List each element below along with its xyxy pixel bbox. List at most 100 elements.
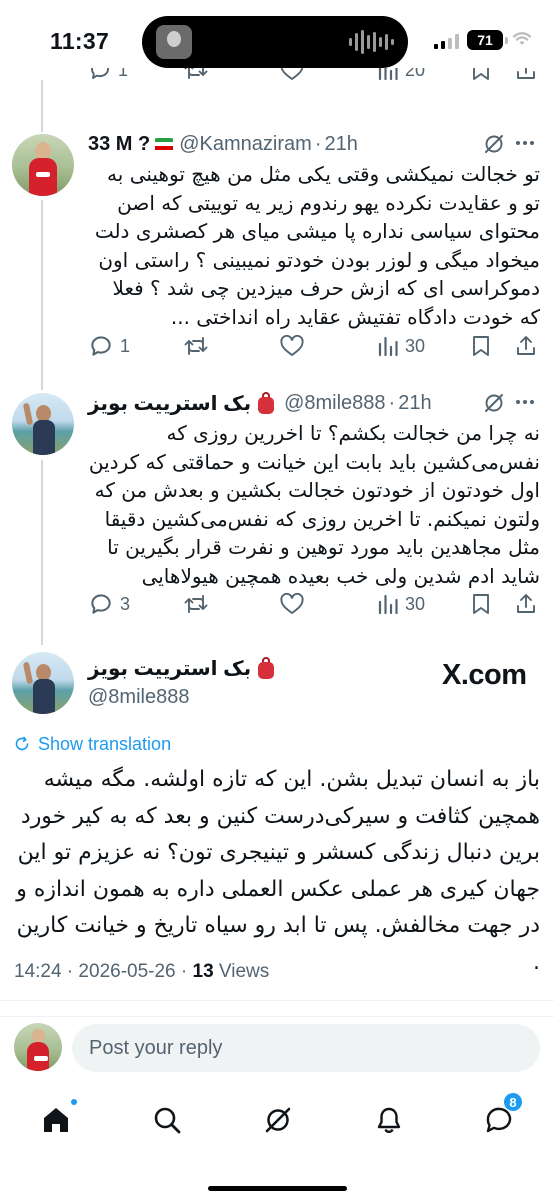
share-button[interactable] <box>514 590 538 618</box>
grok-icon <box>265 1107 291 1133</box>
search-icon <box>154 1107 181 1134</box>
reply-bar: Post your reply <box>0 1016 554 1082</box>
grok-icon[interactable] <box>482 132 506 156</box>
views-icon <box>378 336 398 357</box>
nav-search[interactable] <box>147 1100 187 1140</box>
cellular-signal-icon <box>434 34 459 49</box>
reply-count: 3 <box>120 593 131 614</box>
views-icon <box>378 594 398 615</box>
like-icon <box>280 68 304 80</box>
share-icon <box>517 68 535 79</box>
status-time: 11:37 <box>50 28 110 54</box>
display-name[interactable]: 33 M ? <box>88 133 150 156</box>
bottom-navigation: 8 <box>0 1082 554 1200</box>
share-icon <box>517 594 535 613</box>
bookmark-icon <box>473 594 489 614</box>
grok-icon[interactable] <box>482 391 506 415</box>
show-translation-button[interactable]: Show translation <box>14 733 171 755</box>
bookmark-icon <box>473 68 489 80</box>
reply-icon <box>91 594 111 614</box>
reply-button[interactable]: 3 <box>88 590 130 618</box>
bookmark-button[interactable] <box>470 332 492 360</box>
tweet-actions: 1 30 <box>88 332 542 360</box>
like-button[interactable] <box>279 332 305 360</box>
handle[interactable]: @8mile888 <box>88 686 189 709</box>
views-count: 30 <box>405 335 426 356</box>
wifi-icon <box>512 32 532 45</box>
like-icon <box>280 334 304 356</box>
nav-messages[interactable]: 8 <box>479 1092 523 1140</box>
more-icon[interactable] <box>516 400 534 404</box>
more-icon[interactable] <box>516 141 534 145</box>
tweet-header: 33 M ? @Kamnaziram · 21h <box>88 131 358 157</box>
views-count: 30 <box>405 593 426 614</box>
nav-grok[interactable] <box>258 1100 298 1140</box>
previous-tweet-actions: 1 20 <box>0 68 554 98</box>
bookmark-button[interactable] <box>470 590 492 618</box>
like-button[interactable] <box>279 68 305 84</box>
battery-cap <box>505 37 508 44</box>
repost-button[interactable] <box>183 590 209 618</box>
timestamp[interactable]: 21h <box>324 133 357 156</box>
display-name[interactable]: بک استرییت بویز <box>88 656 251 681</box>
divider <box>0 1000 554 1001</box>
my-avatar[interactable] <box>14 1023 62 1071</box>
divider <box>0 1016 554 1017</box>
reply-button[interactable]: 1 <box>88 332 130 360</box>
author-name-line: بک استرییت بویز <box>88 655 284 681</box>
reply-button[interactable]: 1 <box>88 68 128 84</box>
tweet-actions: 3 30 <box>88 590 542 618</box>
translate-icon <box>15 736 29 751</box>
like-button[interactable] <box>279 590 305 618</box>
author-handle-line: @8mile888 <box>88 684 189 710</box>
like-icon <box>280 592 304 614</box>
bookmark-button[interactable] <box>470 68 492 84</box>
handle[interactable]: @8mile888 <box>284 392 385 415</box>
x-logo: X.com <box>442 659 527 691</box>
tweet-text: تو خجالت نمیکشی وقتی یکی مثل من هیچ توهی… <box>94 162 540 329</box>
backpack-icon <box>256 392 276 414</box>
views-count: 20 <box>405 68 426 80</box>
views-button[interactable]: 30 <box>377 332 425 360</box>
display-name[interactable]: بک استرییت بویز <box>88 391 251 416</box>
home-icon <box>44 1108 68 1132</box>
tweet-meta: 14:24 · 2026-05-26 · 13 Views <box>14 961 269 983</box>
repost-icon <box>184 595 208 613</box>
timestamp[interactable]: 14:24 · 2026-05-26 · <box>14 961 193 982</box>
battery-icon: 71 <box>467 30 503 50</box>
share-button[interactable] <box>514 68 538 84</box>
views-button[interactable]: 30 <box>377 590 425 618</box>
repost-icon <box>184 68 208 79</box>
repost-button[interactable] <box>183 332 209 360</box>
bell-icon <box>377 1107 401 1133</box>
tweet-text: نه چرا من خجالت بکشم؟ تا اخررین روزی که … <box>88 421 540 588</box>
messages-badge: 8 <box>503 1092 523 1112</box>
avatar[interactable] <box>12 652 74 714</box>
nav-notifications[interactable] <box>369 1100 409 1140</box>
media-thumbnail <box>156 25 192 59</box>
views-label: Views <box>213 961 270 982</box>
repost-button[interactable] <box>183 68 209 84</box>
share-button[interactable] <box>514 332 538 360</box>
views-button[interactable]: 20 <box>377 68 425 84</box>
separator-dot: · <box>314 132 322 155</box>
reply-count: 1 <box>120 335 131 356</box>
handle[interactable]: @Kamnaziram <box>179 133 312 156</box>
reply-input[interactable]: Post your reply <box>72 1024 540 1072</box>
avatar[interactable] <box>12 134 74 196</box>
nav-home[interactable] <box>36 1099 77 1140</box>
views-icon <box>378 68 398 81</box>
reply-icon <box>91 68 109 79</box>
tweet-header: بک استرییت بویز @8mile888 · 21h <box>88 390 432 416</box>
separator-dot: · <box>388 391 396 414</box>
audio-waveform-icon <box>349 29 394 55</box>
thread-line <box>41 200 43 390</box>
avatar[interactable] <box>12 393 74 455</box>
reply-icon <box>91 336 111 356</box>
tweet-text: باز به انسان تبدیل بشن. این که تازه اولش… <box>16 767 540 975</box>
backpack-icon <box>256 657 276 679</box>
new-posts-dot <box>71 1099 77 1105</box>
timestamp[interactable]: 21h <box>398 392 431 415</box>
dynamic-island[interactable] <box>142 16 408 68</box>
iran-flag-icon <box>155 137 174 151</box>
